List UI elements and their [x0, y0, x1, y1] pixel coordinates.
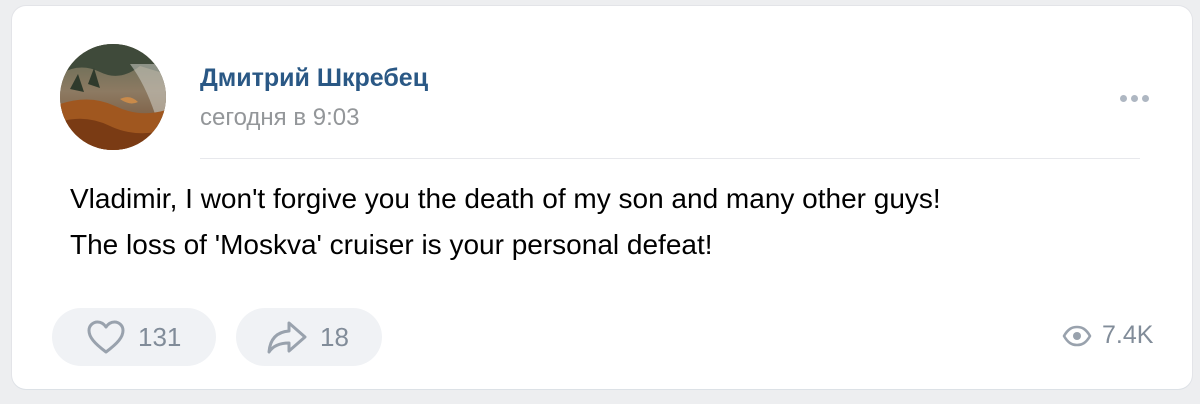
eye-icon [1062, 325, 1092, 346]
post-card: Дмитрий Шкребец сегодня в 9:03 Vladimir,… [12, 6, 1192, 389]
more-dots-icon [1130, 94, 1138, 102]
more-options-button[interactable] [1112, 86, 1156, 110]
post-text-line: The loss of 'Moskva' cruiser is your per… [70, 229, 713, 260]
like-button[interactable]: 131 [52, 308, 216, 366]
post-text-line: Vladimir, I won't forgive you the death … [70, 183, 941, 214]
post-text: Vladimir, I won't forgive you the death … [70, 176, 1170, 268]
views-counter: 7.4K [1062, 321, 1153, 350]
more-dots-icon [1119, 94, 1127, 102]
share-button[interactable]: 18 [236, 308, 382, 366]
author-avatar[interactable] [60, 44, 166, 150]
more-dots-icon [1141, 94, 1149, 102]
heart-icon [87, 320, 125, 354]
avatar-photo [60, 44, 166, 150]
author-name[interactable]: Дмитрий Шкребец [200, 64, 428, 93]
header-divider [200, 158, 1140, 159]
share-arrow-icon [267, 321, 307, 354]
views-count: 7.4K [1102, 321, 1154, 349]
post-timestamp[interactable]: сегодня в 9:03 [200, 104, 359, 132]
share-count: 18 [320, 321, 349, 352]
like-count: 131 [138, 321, 182, 352]
